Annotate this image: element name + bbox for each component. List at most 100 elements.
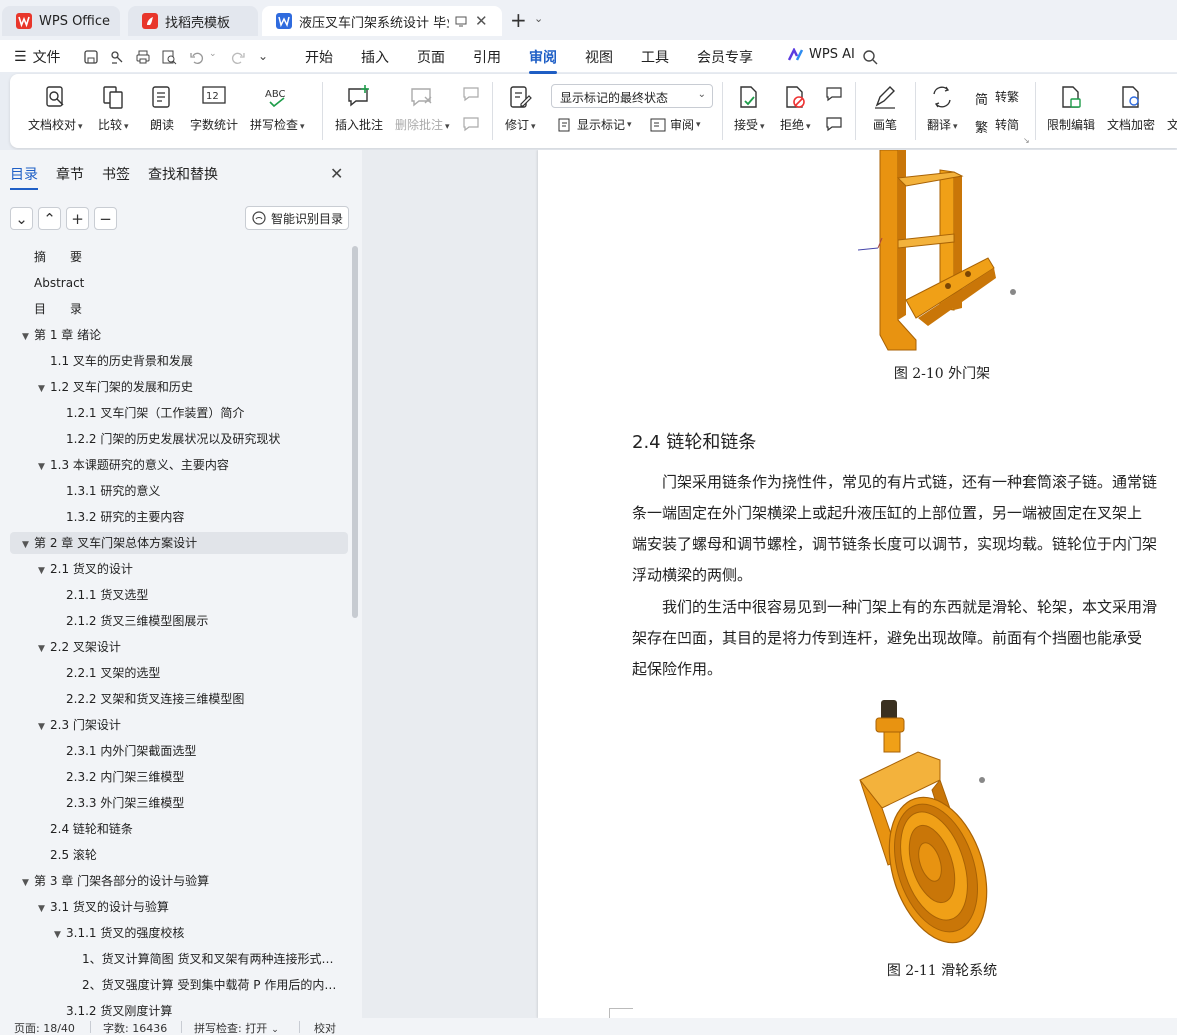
read-aloud-button[interactable]: 朗读: [149, 84, 175, 133]
toc-item[interactable]: 目 录: [10, 298, 348, 320]
chevron-down-icon[interactable]: ⌄: [534, 12, 543, 25]
translate-button[interactable]: 翻译 ▾: [927, 84, 958, 133]
save-icon[interactable]: [83, 49, 99, 65]
toc-item[interactable]: 1、货叉计算简图 货叉和叉架有两种连接形式…: [10, 948, 348, 970]
show-markup-button[interactable]: 显示标记 ▾: [557, 116, 632, 133]
nav-scrollbar[interactable]: [352, 246, 358, 618]
remove-heading-button[interactable]: −: [94, 207, 117, 230]
word-count-button[interactable]: 12 字数统计: [190, 84, 238, 133]
menu-tools[interactable]: 工具: [641, 47, 669, 67]
compare-button[interactable]: 比较 ▾: [98, 84, 129, 133]
ink-button[interactable]: 画笔: [872, 84, 898, 133]
print-icon[interactable]: [135, 49, 151, 65]
previous-comment-icon[interactable]: [462, 86, 480, 102]
tab-find-replace[interactable]: 查找和替换: [148, 164, 218, 184]
toc-item[interactable]: 2、货叉强度计算 受到集中载荷 P 作用后的内…: [10, 974, 348, 996]
export-icon[interactable]: [109, 49, 125, 65]
review-pane-button[interactable]: 审阅 ▾: [650, 116, 701, 133]
spell-check-indicator[interactable]: 拼写检查: 打开 ⌄: [194, 1020, 279, 1035]
smart-toc-button[interactable]: 智能识别目录: [245, 206, 349, 230]
toc-item[interactable]: 1.3.2 研究的主要内容: [10, 506, 348, 528]
collapse-arrow-icon[interactable]: ▼: [38, 560, 50, 580]
dialog-launcher-icon[interactable]: ↘: [1023, 136, 1030, 145]
add-heading-button[interactable]: +: [66, 207, 89, 230]
word-count-indicator[interactable]: 字数: 16436: [103, 1020, 167, 1035]
previous-change-icon[interactable]: [825, 86, 843, 102]
toc-item[interactable]: ▼ 3.1 货叉的设计与验算: [10, 896, 348, 918]
collapse-arrow-icon[interactable]: ▼: [38, 898, 50, 918]
proof-indicator[interactable]: 校对: [314, 1020, 336, 1035]
toc-item[interactable]: ▼ 3.1.1 货叉的强度校核: [10, 922, 348, 944]
toc-item[interactable]: ▼ 2.2 叉架设计: [10, 636, 348, 658]
redo-icon[interactable]: [230, 49, 246, 65]
toc-item[interactable]: ▼ 第 3 章 门架各部分的设计与验算: [10, 870, 348, 892]
expand-down-button[interactable]: ⌄: [10, 207, 33, 230]
monitor-icon[interactable]: [455, 15, 467, 27]
tab-toc[interactable]: 目录: [10, 164, 38, 190]
wps-ai-button[interactable]: WPS AI: [788, 47, 855, 62]
toc-item[interactable]: ▼ 2.3 门架设计: [10, 714, 348, 736]
toc-item[interactable]: 1.2.2 门架的历史发展状况以及研究现状: [10, 428, 348, 450]
toc-item[interactable]: 1.3.1 研究的意义: [10, 480, 348, 502]
encrypt-button[interactable]: 文档加密: [1107, 84, 1155, 133]
toc-item[interactable]: 1.1 叉车的历史背景和发展: [10, 350, 348, 372]
collapse-arrow-icon[interactable]: ▼: [22, 326, 34, 346]
tab-current-document[interactable]: 液压叉车门架系统设计 毕业论 ✕: [262, 6, 502, 36]
tab-wps-office[interactable]: WPS Office: [2, 6, 120, 36]
toc-item[interactable]: ▼ 第 2 章 叉车门架总体方案设计: [10, 532, 348, 554]
quick-access-more-icon[interactable]: ⌄: [258, 49, 274, 65]
menu-page[interactable]: 页面: [417, 47, 445, 67]
tab-docer-templates[interactable]: 找稻壳模板: [128, 6, 258, 36]
insert-comment-button[interactable]: 插入批注: [335, 84, 383, 133]
close-icon[interactable]: ✕: [330, 164, 343, 183]
restrict-edit-button[interactable]: 限制编辑: [1047, 84, 1095, 133]
collapse-up-button[interactable]: ⌃: [38, 207, 61, 230]
toc-item[interactable]: ▼ 1.2 叉车门架的发展和历史: [10, 376, 348, 398]
collapse-arrow-icon[interactable]: ▼: [38, 638, 50, 658]
accept-button[interactable]: 接受 ▾: [734, 84, 765, 133]
menu-review[interactable]: 审阅: [529, 47, 557, 74]
collapse-arrow-icon[interactable]: ▼: [38, 716, 50, 736]
collapse-arrow-icon[interactable]: ▼: [22, 872, 34, 892]
toc-item[interactable]: 2.5 滚轮: [10, 844, 348, 866]
track-changes-button[interactable]: 修订 ▾: [505, 84, 536, 133]
tab-close-icon[interactable]: ✕: [475, 12, 488, 30]
collapse-arrow-icon[interactable]: ▼: [54, 924, 66, 944]
toc-item[interactable]: ▼ 第 1 章 绪论: [10, 324, 348, 346]
spell-check-button[interactable]: ABC 拼写检查 ▾: [250, 84, 305, 133]
search-icon[interactable]: [862, 49, 878, 65]
menu-view[interactable]: 视图: [585, 47, 613, 67]
proofread-button[interactable]: 文档校对 ▾: [28, 84, 83, 133]
undo-dropdown-icon[interactable]: ⌄: [209, 49, 225, 65]
toc-item[interactable]: ▼ 1.3 本课题研究的意义、主要内容: [10, 454, 348, 476]
page-indicator[interactable]: 页面: 18/40: [14, 1020, 75, 1035]
to-simplified-button[interactable]: 繁 转简: [975, 116, 1019, 136]
markup-display-select[interactable]: 显示标记的最终状态 ⌄: [551, 84, 713, 108]
toc-item[interactable]: 2.4 链轮和链条: [10, 818, 348, 840]
tab-sections[interactable]: 章节: [56, 164, 84, 184]
print-preview-icon[interactable]: [161, 49, 177, 65]
toc-item[interactable]: ▼ 2.1 货叉的设计: [10, 558, 348, 580]
collapse-arrow-icon[interactable]: ▼: [38, 456, 50, 476]
next-comment-icon[interactable]: [462, 116, 480, 132]
collapse-arrow-icon[interactable]: ▼: [38, 378, 50, 398]
menu-membership[interactable]: 会员专享: [697, 47, 753, 67]
file-menu[interactable]: ☰ 文件: [14, 47, 61, 67]
tab-bookmarks[interactable]: 书签: [102, 164, 130, 184]
toc-item[interactable]: Abstract: [10, 272, 348, 294]
new-tab-icon[interactable]: +: [510, 10, 527, 30]
toc-item[interactable]: 2.1.2 货叉三维模型图展示: [10, 610, 348, 632]
more-ribbon-button[interactable]: 文: [1167, 84, 1177, 133]
menu-references[interactable]: 引用: [473, 47, 501, 67]
delete-comment-button[interactable]: 删除批注 ▾: [395, 84, 450, 133]
toc-item[interactable]: 1.2.1 叉车门架（工作装置）简介: [10, 402, 348, 424]
reject-button[interactable]: 拒绝 ▾: [780, 84, 811, 133]
to-traditional-button[interactable]: 简 转繁: [975, 88, 1019, 108]
next-change-icon[interactable]: [825, 116, 843, 132]
toc-item[interactable]: 2.3.2 内门架三维模型: [10, 766, 348, 788]
menu-insert[interactable]: 插入: [361, 47, 389, 67]
toc-item[interactable]: 2.2.2 叉架和货叉连接三维模型图: [10, 688, 348, 710]
menu-home[interactable]: 开始: [305, 47, 333, 67]
toc-item[interactable]: 2.3.3 外门架三维模型: [10, 792, 348, 814]
toc-item[interactable]: 摘 要: [10, 246, 348, 268]
